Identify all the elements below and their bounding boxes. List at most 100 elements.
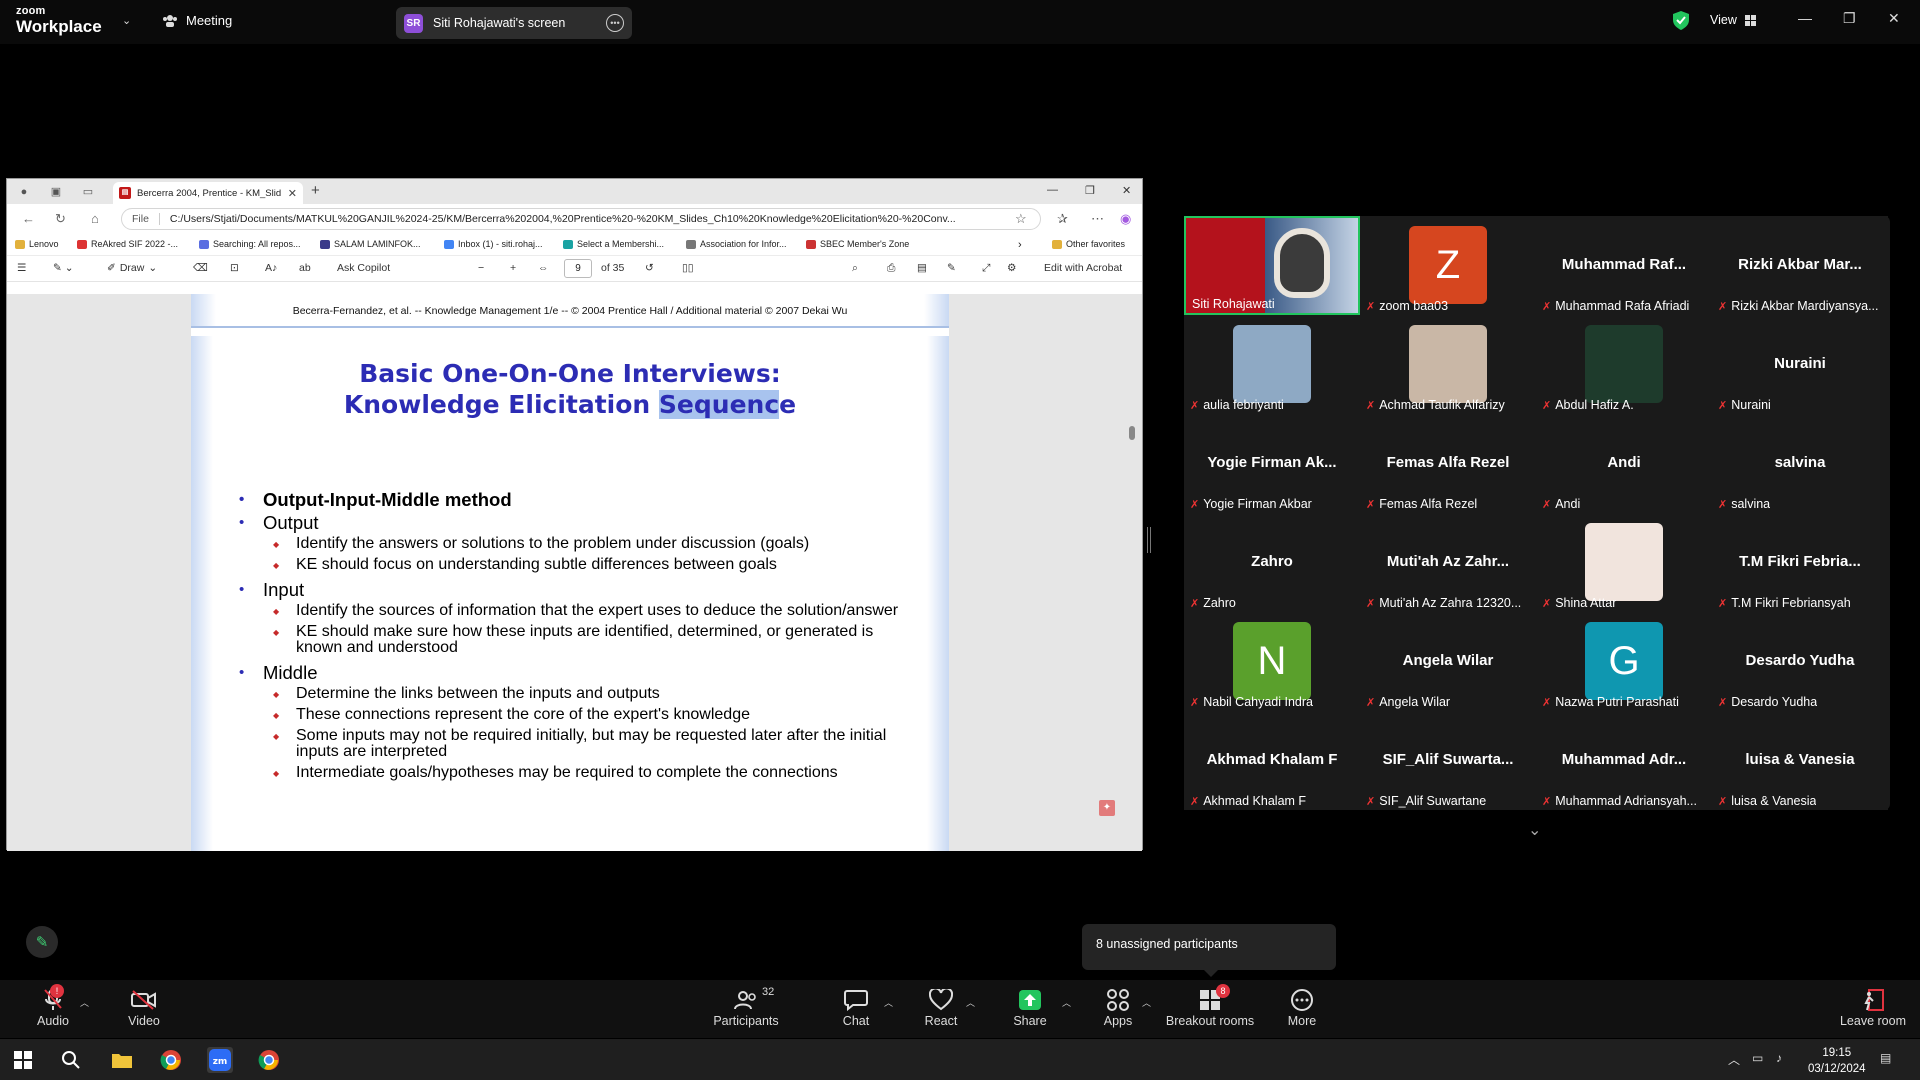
participant-tile[interactable]: Akhmad Khalam F ✗ Akhmad Khalam F xyxy=(1184,711,1360,810)
shared-screen-pill[interactable]: SR Siti Rohajawati's screen ••• xyxy=(396,7,632,39)
contents-icon[interactable]: ☰ xyxy=(17,262,26,274)
read-aloud-icon[interactable]: A♪ xyxy=(265,262,277,274)
chrome-icon[interactable] xyxy=(158,1047,184,1073)
file-explorer-icon[interactable] xyxy=(109,1047,135,1073)
zoom-in-icon[interactable]: + xyxy=(510,262,516,274)
participant-tile[interactable]: N ✗ Nabil Cahyadi Indra xyxy=(1184,612,1360,711)
scrollbar-thumb[interactable] xyxy=(1129,426,1135,440)
split-view-handle[interactable] xyxy=(1147,527,1151,553)
more-options-icon[interactable]: ••• xyxy=(606,14,624,32)
participant-tile[interactable]: Z ✗ zoom baa03 xyxy=(1360,216,1536,315)
url-field[interactable]: File C:/Users/Stjati/Documents/MATKUL%20… xyxy=(121,208,1041,230)
chrome-profile-icon[interactable] xyxy=(256,1047,282,1073)
zoom-out-icon[interactable]: − xyxy=(478,262,484,274)
apps-options-caret-icon[interactable]: ︿ xyxy=(1142,996,1151,1009)
participant-tile[interactable]: Siti Rohajawati xyxy=(1184,216,1360,315)
page-number-input[interactable]: 9 xyxy=(564,259,592,278)
share-button[interactable]: Share xyxy=(1010,986,1050,1028)
new-tab-icon[interactable]: + xyxy=(311,182,320,199)
participant-tile[interactable]: Yogie Firman Ak... ✗ Yogie Firman Akbar xyxy=(1184,414,1360,513)
zoom-workplace-logo[interactable]: zoom Workplace xyxy=(16,6,102,36)
favorite-star-icon[interactable]: ☆ xyxy=(1015,211,1027,227)
rotate-icon[interactable]: ↺ xyxy=(645,262,654,274)
favorite-item[interactable]: Select a Membershi... xyxy=(563,239,664,249)
show-hidden-icons-icon[interactable]: ︿ xyxy=(1728,1051,1740,1068)
zoom-app-icon[interactable]: zm xyxy=(207,1047,233,1073)
share-options-caret-icon[interactable]: ︿ xyxy=(1062,996,1071,1009)
search-icon[interactable]: ⌕ xyxy=(852,262,858,275)
participants-button[interactable]: 32 Participants xyxy=(710,986,782,1028)
browser-tab-pdf[interactable]: ▤ Bercerra 2004, Prentice - KM_Slid ✕ xyxy=(113,182,303,204)
chat-options-caret-icon[interactable]: ︿ xyxy=(884,996,893,1009)
apps-button[interactable]: Apps xyxy=(1098,986,1138,1028)
other-favorites[interactable]: Other favorites xyxy=(1052,239,1125,249)
participant-tile[interactable]: Angela Wilar ✗ Angela Wilar xyxy=(1360,612,1536,711)
meeting-menu[interactable]: Meeting xyxy=(162,13,232,28)
save-as-icon[interactable]: ✎ xyxy=(947,262,956,274)
acrobat-icon[interactable]: ✦ xyxy=(1099,800,1115,816)
chevron-down-icon[interactable]: ⌄ xyxy=(122,14,131,27)
notifications-icon[interactable]: ▤ xyxy=(1880,1051,1891,1065)
browser-restore-icon[interactable]: ❐ xyxy=(1085,184,1095,197)
react-button[interactable]: React xyxy=(920,986,962,1028)
favorite-item[interactable]: Inbox (1) - siti.rohaj... xyxy=(444,239,543,249)
favorites-icon[interactable]: ✰ xyxy=(1057,211,1068,227)
favorite-item[interactable]: SBEC Member's Zone xyxy=(806,239,909,249)
workspaces-icon[interactable]: ▣ xyxy=(48,184,64,200)
edit-with-acrobat-button[interactable]: Edit with Acrobat xyxy=(1044,262,1122,274)
participant-tile[interactable]: SIF_Alif Suwarta... ✗ SIF_Alif Suwartane xyxy=(1360,711,1536,810)
fit-page-icon[interactable]: ⇔ xyxy=(538,262,549,274)
copilot-icon[interactable]: ◉ xyxy=(1120,211,1131,227)
participant-tile[interactable]: Desardo Yudha ✗ Desardo Yudha xyxy=(1712,612,1888,711)
breakout-rooms-button[interactable]: 8 Breakout rooms xyxy=(1164,984,1256,1028)
annotate-pencil-icon[interactable]: ✎ xyxy=(26,926,58,958)
pdf-viewer[interactable]: Becerra-Fernandez, et al. -- Knowledge M… xyxy=(7,294,1142,851)
audio-button[interactable]: ! Audio xyxy=(30,984,76,1028)
chevron-down-icon[interactable]: ⌄ xyxy=(1528,820,1541,840)
chat-button[interactable]: Chat xyxy=(836,986,876,1028)
favorite-item[interactable]: Association for Infor... xyxy=(686,239,787,249)
selected-text[interactable]: Sequenc xyxy=(658,390,780,419)
unassigned-participants-tooltip[interactable]: 8 unassigned participants xyxy=(1082,924,1336,977)
participant-tile[interactable]: ✗ Achmad Taufik Alfarizy xyxy=(1360,315,1536,414)
video-button[interactable]: Video xyxy=(120,986,168,1028)
browser-close-icon[interactable]: ✕ xyxy=(1122,184,1131,197)
participant-tile[interactable]: ✗ Abdul Hafiz A. xyxy=(1536,315,1712,414)
audio-options-caret-icon[interactable]: ︿ xyxy=(80,996,89,1009)
react-options-caret-icon[interactable]: ︿ xyxy=(966,996,975,1009)
print-icon[interactable]: ⎙ xyxy=(887,262,895,275)
draw-button[interactable]: ✐ Draw ⌄ xyxy=(107,262,157,274)
encryption-shield-icon[interactable] xyxy=(1673,11,1689,30)
gear-icon[interactable]: ⚙ xyxy=(1007,262,1016,274)
participant-tile[interactable]: ✗ Shina Attar xyxy=(1536,513,1712,612)
participant-tile[interactable]: Zahro ✗ Zahro xyxy=(1184,513,1360,612)
fullscreen-icon[interactable]: ⤢ xyxy=(982,262,990,275)
restore-icon[interactable]: ❐ xyxy=(1843,10,1856,27)
profile-icon[interactable]: ● xyxy=(16,184,32,200)
ask-copilot-button[interactable]: Ask Copilot xyxy=(337,262,390,274)
favorite-item[interactable]: ReAkred SIF 2022 -... xyxy=(77,239,178,249)
participant-tile[interactable]: G ✗ Nazwa Putri Parashati xyxy=(1536,612,1712,711)
save-icon[interactable]: ▤ xyxy=(917,262,927,274)
tab-actions-icon[interactable]: ▭ xyxy=(80,184,96,200)
text-box-icon[interactable]: ⊡ xyxy=(230,262,239,274)
search-icon[interactable] xyxy=(58,1047,84,1073)
participant-tile[interactable]: Muhammad Raf... ✗ Muhammad Rafa Afriadi xyxy=(1536,216,1712,315)
volume-icon[interactable]: ♪ xyxy=(1776,1051,1782,1065)
favorite-item[interactable]: Searching: All repos... xyxy=(199,239,301,249)
minimize-icon[interactable]: — xyxy=(1798,10,1812,26)
favorite-item[interactable]: Lenovo xyxy=(15,239,59,249)
eraser-icon[interactable]: ⌫ xyxy=(193,262,208,274)
participant-tile[interactable]: salvina ✗ salvina xyxy=(1712,414,1888,513)
highlight-icon[interactable]: ✎ ⌄ xyxy=(53,262,74,274)
participant-tile[interactable]: luisa & Vanesia ✗ luisa & Vanesia xyxy=(1712,711,1888,810)
participant-tile[interactable]: Rizki Akbar Mar... ✗ Rizki Akbar Mardiyans… xyxy=(1712,216,1888,315)
system-clock[interactable]: 19:15 03/12/2024 xyxy=(1808,1045,1866,1077)
leave-room-button[interactable]: Leave room xyxy=(1838,986,1908,1028)
pdf-scrollbar[interactable] xyxy=(1128,298,1136,847)
refresh-icon[interactable]: ↻ xyxy=(55,211,66,227)
windows-start-icon[interactable] xyxy=(10,1047,36,1073)
participant-tile[interactable]: ✗ aulia febriyanti xyxy=(1184,315,1360,414)
participant-tile[interactable]: Andi ✗ Andi xyxy=(1536,414,1712,513)
back-icon[interactable]: ← xyxy=(22,211,35,226)
